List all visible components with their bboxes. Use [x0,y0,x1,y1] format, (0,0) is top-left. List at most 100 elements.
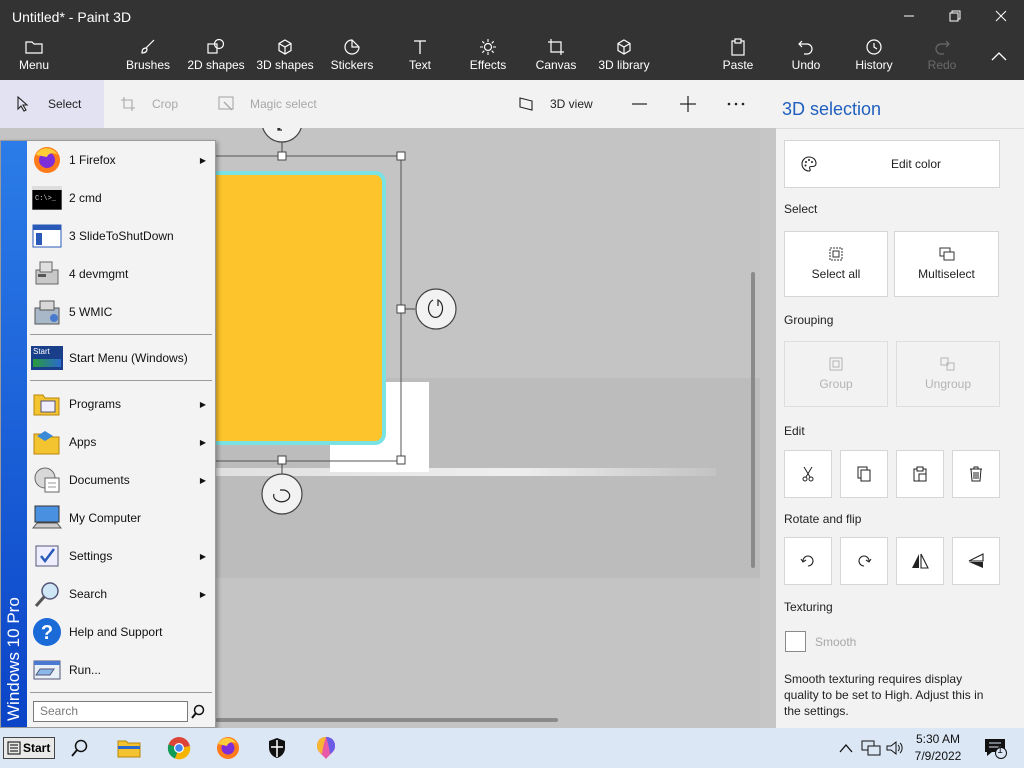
canvas-button[interactable]: Canvas [534,36,578,78]
paste-panel-button[interactable] [896,450,944,498]
edit-color-button[interactable]: Edit color [784,140,1000,188]
texturing-section-label: Texturing [784,600,833,614]
effects-label: Effects [469,58,507,72]
text-button[interactable]: Text [400,36,440,78]
3d-library-button[interactable]: 3D library [594,36,654,78]
rotate-z-handle[interactable] [415,288,457,330]
delete-button[interactable] [952,450,1000,498]
shield-icon [269,738,285,758]
undo-icon [797,36,815,58]
taskbar-security[interactable] [264,736,290,760]
start-menu-windows-item[interactable]: Start Start Menu (Windows) [28,339,214,377]
network-button[interactable] [860,736,882,760]
firefox-icon [30,143,64,177]
start-run[interactable]: Run... [28,651,214,689]
flip-horizontal-button[interactable] [896,537,944,585]
device-manager-icon [30,257,64,291]
resize-handle-bottom[interactable] [277,455,287,465]
smooth-note: Smooth texturing requires display qualit… [784,672,984,718]
resize-handle-top[interactable] [277,151,287,161]
start-documents[interactable]: Documents ▶ [28,461,214,499]
yellow-3d-shape[interactable] [204,171,386,445]
start-recent-slidetoshutdown[interactable]: 3 SlideToShutDown [28,217,214,255]
rotate-y-handle[interactable] [261,473,303,515]
help-icon: ? [30,615,64,649]
start-search-input[interactable]: Search [33,701,188,722]
taskbar-clock[interactable]: 5:30 AM 7/9/2022 [908,731,968,765]
cursor-icon [17,96,29,112]
history-label: History [855,58,893,72]
effects-button[interactable]: Effects [466,36,510,78]
start-menu-windows-label: Start Menu (Windows) [69,351,188,365]
start-settings[interactable]: Settings ▶ [28,537,214,575]
start-recent-devmgmt[interactable]: 4 devmgmt [28,255,214,293]
brushes-button[interactable]: Brushes [122,36,174,78]
redo-button[interactable]: Redo [922,36,962,78]
taskbar-paint3d[interactable] [313,736,339,760]
start-recent-firefox[interactable]: 1 Firefox ▶ [28,141,214,179]
start-button-label: Start [23,741,51,755]
select-tool[interactable]: Select [0,80,104,128]
rotate-right-button[interactable] [840,537,888,585]
ungroup-button[interactable]: Ungroup [896,341,1000,407]
start-apps-label: Apps [69,435,97,449]
notification-center-button[interactable]: 1 [980,736,1010,760]
ellipsis-icon [727,102,745,106]
group-button[interactable]: Group [784,341,888,407]
text-icon [412,36,428,58]
taskbar-file-explorer[interactable] [116,736,142,760]
menu-button[interactable]: Menu [10,36,58,78]
magic-select-tool[interactable]: Magic select [218,80,317,128]
undo-button[interactable]: Undo [786,36,826,78]
crop-tool[interactable]: Crop [120,80,178,128]
undo-label: Undo [791,58,821,72]
collapse-ribbon-button[interactable] [976,40,1022,72]
resize-handle-top-right[interactable] [396,151,406,161]
cut-button[interactable] [784,450,832,498]
resize-handle-right[interactable] [396,304,406,314]
resize-handle-bottom-right[interactable] [396,455,406,465]
maximize-button[interactable] [932,0,978,32]
flip-vertical-button[interactable] [952,537,1000,585]
start-recent-cmd[interactable]: C:\>_ 2 cmd [28,179,214,217]
taskbar-search-button[interactable] [66,736,92,760]
start-my-computer[interactable]: My Computer [28,499,214,537]
select-all-button[interactable]: Select all [784,231,888,297]
zoom-out-button[interactable] [631,80,657,128]
taskbar-firefox[interactable] [215,736,241,760]
group-label: Group [819,377,853,391]
start-programs[interactable]: Programs ▶ [28,385,214,423]
panel-divider [776,128,1024,129]
3d-view-toggle[interactable]: 3D view [518,80,593,128]
stickers-button[interactable]: Stickers [328,36,376,78]
taskbar-chrome[interactable] [166,736,192,760]
multiselect-button[interactable]: Multiselect [894,231,999,297]
start-search[interactable]: Search ▶ [28,575,214,613]
start-menu-banner-text: Windows 10 Pro [4,597,23,721]
3d-shapes-button[interactable]: 3D shapes [255,36,315,78]
vertical-scrollbar[interactable] [751,272,755,568]
close-button[interactable] [978,0,1024,32]
start-apps[interactable]: Apps ▶ [28,423,214,461]
2d-shapes-button[interactable]: 2D shapes [186,36,246,78]
zoom-in-button[interactable] [679,80,705,128]
start-button[interactable]: Start [3,737,55,759]
volume-button[interactable] [884,736,906,760]
smooth-checkbox[interactable] [785,631,806,652]
show-hidden-icons-button[interactable] [836,736,856,760]
minimize-button[interactable] [886,0,932,32]
paste-button[interactable]: Paste [716,36,760,78]
start-recent-wmic[interactable]: 5 WMIC [28,293,214,331]
canvas-icon [547,36,565,58]
more-options-button[interactable] [727,80,753,128]
copy-button[interactable] [840,450,888,498]
start-search-icon[interactable] [190,704,206,725]
rotate-left-button[interactable] [784,537,832,585]
start-help-support[interactable]: ? Help and Support [28,613,214,651]
group-icon [829,357,843,371]
history-button[interactable]: History [850,36,898,78]
crop-tool-label: Crop [152,97,179,111]
text-label: Text [408,58,431,72]
3d-library-label: 3D library [598,58,650,72]
horizontal-scrollbar[interactable] [216,718,558,722]
